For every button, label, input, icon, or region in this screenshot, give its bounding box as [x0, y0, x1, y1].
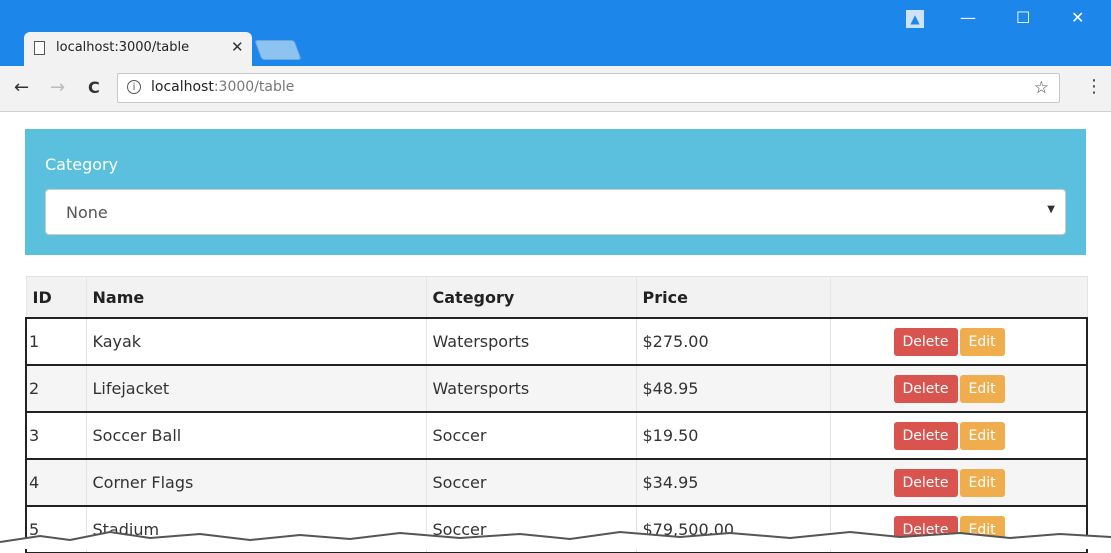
- cell-id: 2: [25, 364, 87, 413]
- cell-actions: Delete Edit: [829, 317, 1088, 366]
- cell-actions: Delete Edit: [829, 364, 1088, 413]
- delete-button[interactable]: Delete: [893, 327, 958, 356]
- header-id: ID: [25, 276, 87, 319]
- cell-category: Watersports: [425, 317, 637, 366]
- page-icon: [34, 41, 45, 55]
- cell-price: $34.95: [635, 458, 831, 507]
- category-label: Category: [45, 155, 119, 174]
- table-row: 2 Lifejacket Watersports $48.95 Delete Ed…: [25, 364, 1088, 413]
- browser-toolbar: ← → C i localhost:3000/table ☆ ⋮: [0, 66, 1111, 112]
- cell-price: $275.00: [635, 317, 831, 366]
- bookmark-star-icon[interactable]: ☆: [1034, 78, 1049, 98]
- category-select-value: None: [66, 203, 108, 222]
- profile-icon[interactable]: ▲: [906, 10, 924, 28]
- header-actions: [829, 276, 1088, 319]
- tab-close-icon[interactable]: ✕: [231, 38, 244, 56]
- header-name: Name: [85, 276, 427, 319]
- cell-category: Watersports: [425, 364, 637, 413]
- info-icon[interactable]: i: [127, 80, 141, 94]
- close-window-icon[interactable]: ✕: [1071, 8, 1084, 27]
- dropdown-arrow-icon: ▼: [1047, 204, 1055, 215]
- torn-edge: [0, 530, 1111, 549]
- table-row: 3 Soccer Ball Soccer $19.50 Delete Edit: [25, 411, 1088, 460]
- products-table: ID Name Category Price 1 Kayak Waterspor…: [25, 276, 1088, 553]
- cell-category: Soccer: [425, 411, 637, 460]
- reload-icon[interactable]: C: [88, 78, 100, 97]
- url-host: localhost: [151, 79, 214, 95]
- cell-name: Kayak: [85, 317, 427, 366]
- cell-price: $48.95: [635, 364, 831, 413]
- edit-button[interactable]: Edit: [959, 374, 1005, 403]
- header-price: Price: [635, 276, 831, 319]
- edit-button[interactable]: Edit: [959, 468, 1005, 497]
- delete-button[interactable]: Delete: [893, 421, 958, 450]
- cell-name: Corner Flags: [85, 458, 427, 507]
- delete-button[interactable]: Delete: [893, 468, 958, 497]
- cell-id: 4: [25, 458, 87, 507]
- table-row: 4 Corner Flags Soccer $34.95 Delete Edit: [25, 458, 1088, 507]
- header-category: Category: [425, 276, 637, 319]
- browser-tab[interactable]: localhost:3000/table ✕: [24, 32, 252, 66]
- category-select[interactable]: None ▼: [45, 189, 1066, 235]
- cell-actions: Delete Edit: [829, 411, 1088, 460]
- filter-panel: Category None ▼: [25, 129, 1086, 255]
- cell-id: 3: [25, 411, 87, 460]
- cell-name: Soccer Ball: [85, 411, 427, 460]
- address-bar[interactable]: i localhost:3000/table ☆: [117, 73, 1060, 103]
- forward-icon[interactable]: →: [50, 77, 65, 98]
- new-tab-button[interactable]: [254, 40, 302, 60]
- cell-name: Lifejacket: [85, 364, 427, 413]
- delete-button[interactable]: Delete: [893, 374, 958, 403]
- table-header-row: ID Name Category Price: [25, 276, 1088, 319]
- cell-id: 1: [25, 317, 87, 366]
- edit-button[interactable]: Edit: [959, 327, 1005, 356]
- tab-title: localhost:3000/table: [56, 40, 190, 55]
- edit-button[interactable]: Edit: [959, 421, 1005, 450]
- url-text: localhost:3000/table: [151, 79, 294, 95]
- back-icon[interactable]: ←: [14, 77, 29, 98]
- cell-category: Soccer: [425, 458, 637, 507]
- menu-icon[interactable]: ⋮: [1085, 76, 1103, 97]
- cell-actions: Delete Edit: [829, 458, 1088, 507]
- minimize-icon[interactable]: —: [960, 8, 976, 27]
- url-path: :3000/table: [213, 79, 295, 95]
- cell-price: $19.50: [635, 411, 831, 460]
- table-row: 1 Kayak Watersports $275.00 Delete Edit: [25, 317, 1088, 366]
- window-titlebar: localhost:3000/table ✕ ▲ — ☐ ✕: [0, 0, 1111, 66]
- maximize-icon[interactable]: ☐: [1016, 8, 1030, 27]
